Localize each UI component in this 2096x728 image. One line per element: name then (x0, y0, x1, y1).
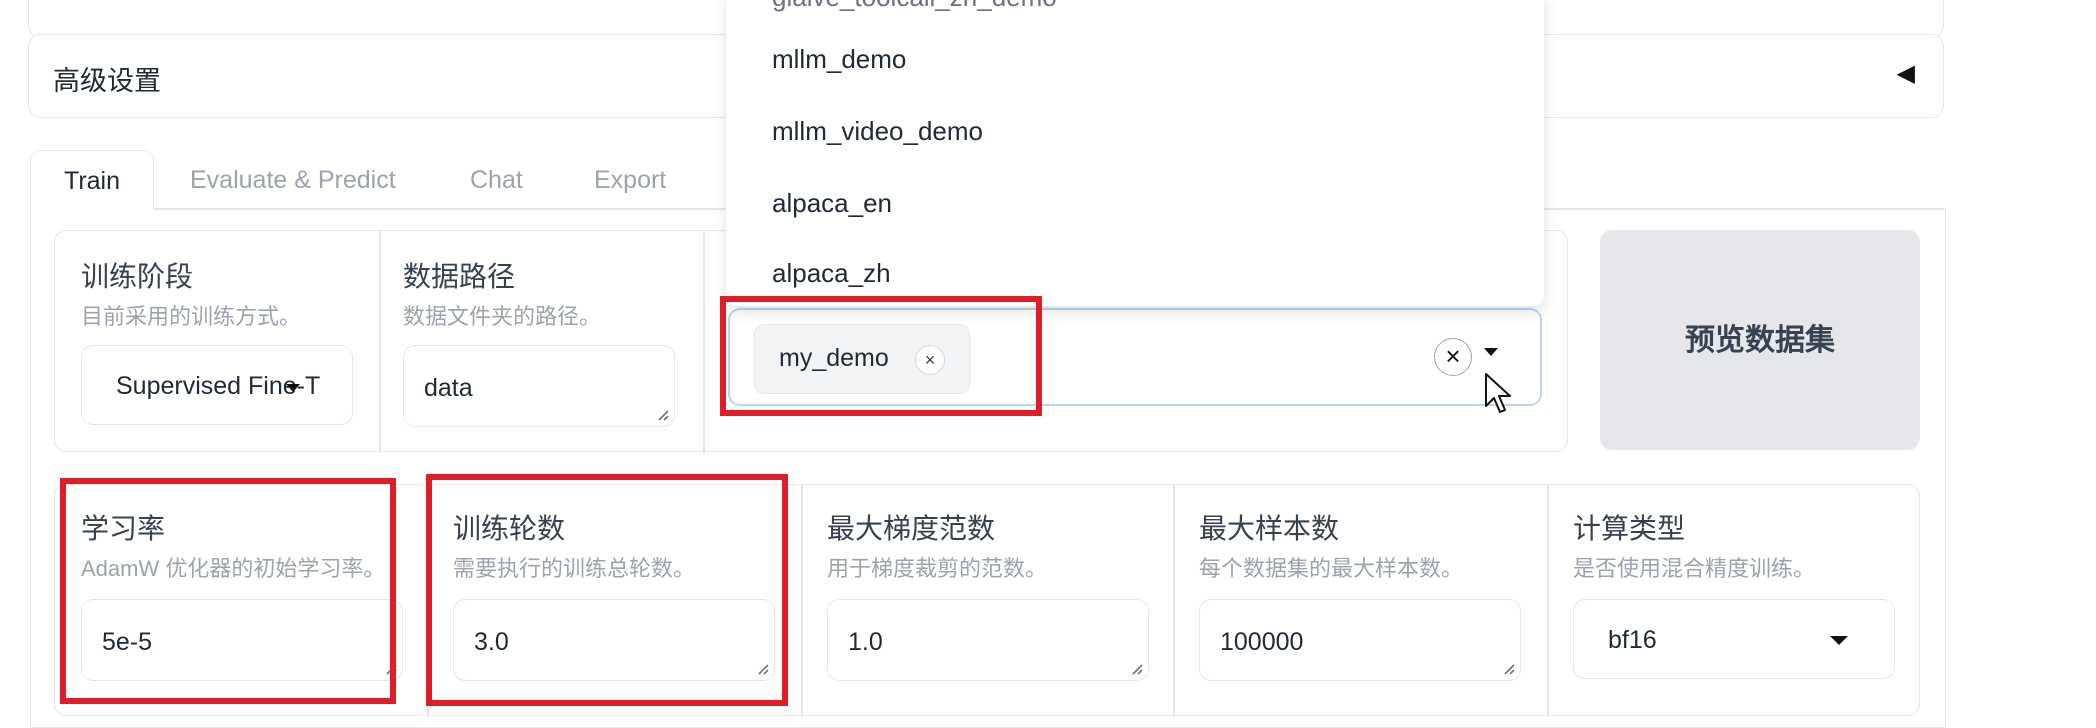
data-path-value: data (424, 374, 473, 402)
data-path-input[interactable]: data (403, 345, 675, 427)
training-stage-select[interactable]: Supervised Fine-T (81, 345, 353, 425)
max-grad-norm-value: 1.0 (848, 628, 883, 656)
tab-export[interactable]: Export (594, 150, 666, 210)
cell-divider (801, 485, 803, 717)
compute-type-desc: 是否使用混合精度训练。 (1573, 556, 1816, 581)
dataset-dropdown: glaive_toolcall_zh_demo mllm_demo mllm_v… (726, 0, 1544, 306)
highlight-box-learning-rate (60, 478, 396, 704)
dropdown-option[interactable]: mllm_demo (772, 44, 906, 75)
max-grad-norm-desc: 用于梯度裁剪的范数。 (827, 556, 1048, 581)
compute-type-select[interactable]: bf16 (1573, 599, 1895, 679)
highlight-box-epochs (426, 474, 788, 706)
max-samples-value: 100000 (1220, 628, 1304, 656)
tab-train[interactable]: Train (30, 150, 154, 210)
data-path-desc: 数据文件夹的路径。 (403, 304, 602, 329)
clear-icon[interactable]: × (1434, 338, 1472, 376)
highlight-box-dataset (720, 296, 1042, 416)
cell-divider (379, 231, 381, 453)
training-stage-label: 训练阶段 (81, 261, 194, 292)
tab-evaluate-predict[interactable]: Evaluate & Predict (190, 150, 396, 210)
max-samples-input[interactable]: 100000 (1199, 599, 1521, 681)
tab-chat[interactable]: Chat (470, 150, 523, 210)
preview-dataset-button[interactable]: 预览数据集 (1600, 230, 1920, 450)
mouse-cursor-icon (1485, 373, 1511, 413)
max-grad-norm-label: 最大梯度范数 (827, 513, 996, 544)
max-samples-desc: 每个数据集的最大样本数。 (1199, 556, 1464, 581)
chevron-down-icon (286, 384, 300, 392)
chevron-down-icon (1830, 636, 1848, 645)
dropdown-option[interactable]: alpaca_zh (772, 258, 891, 289)
cell-divider (1547, 485, 1549, 717)
chevron-down-icon[interactable] (1484, 348, 1498, 356)
dropdown-option[interactable]: glaive_toolcall_zh_demo (772, 0, 1057, 13)
data-path-label: 数据路径 (403, 261, 516, 292)
max-grad-norm-input[interactable]: 1.0 (827, 599, 1149, 681)
cell-divider (1173, 485, 1175, 717)
advanced-settings-title: 高级设置 (53, 66, 161, 96)
resize-grip-icon[interactable] (1129, 661, 1143, 675)
dropdown-option[interactable]: alpaca_en (772, 188, 892, 219)
collapse-arrow-icon[interactable]: ◀ (1897, 59, 1915, 88)
resize-grip-icon[interactable] (1501, 661, 1515, 675)
compute-type-label: 计算类型 (1573, 513, 1686, 544)
cell-divider (703, 231, 705, 453)
resize-grip-icon[interactable] (655, 407, 669, 421)
max-samples-label: 最大样本数 (1199, 513, 1340, 544)
training-stage-desc: 目前采用的训练方式。 (81, 304, 302, 329)
dropdown-option[interactable]: mllm_video_demo (772, 116, 983, 147)
compute-type-value: bf16 (1608, 626, 1657, 654)
